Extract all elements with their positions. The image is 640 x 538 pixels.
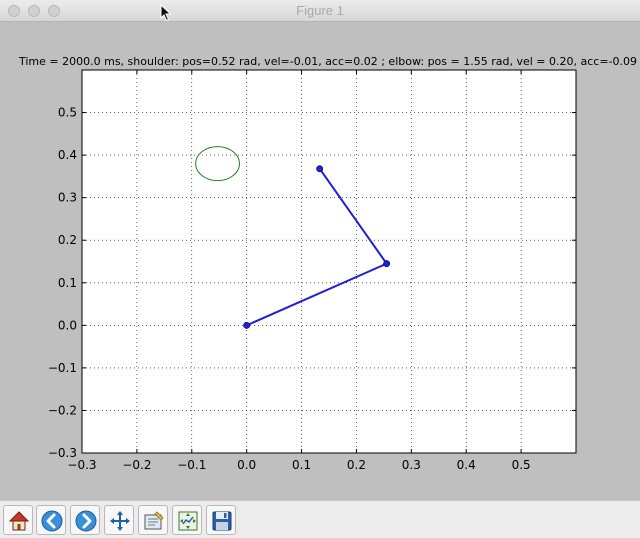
y-tick-label: −0.2	[48, 403, 77, 417]
y-tick-label: 0.0	[58, 318, 77, 332]
y-tick-label: 0.5	[58, 106, 77, 120]
x-tick-label: 0.1	[292, 458, 311, 472]
save-button[interactable]	[206, 505, 236, 535]
y-tick-label: 0.2	[58, 233, 77, 247]
back-arrow-icon	[41, 510, 63, 532]
configure-subplots-icon	[178, 511, 198, 531]
zoom-button[interactable]	[138, 505, 168, 535]
y-tick-label: −0.3	[48, 446, 77, 460]
y-tick-label: 0.1	[58, 276, 77, 290]
x-tick-label: 0.3	[402, 458, 421, 472]
x-tick-label: −0.3	[67, 458, 96, 472]
hand-joint-marker	[316, 165, 324, 173]
zoom-rect-icon	[144, 511, 164, 530]
x-tick-label: −0.2	[122, 458, 151, 472]
x-tick-label: −0.1	[177, 458, 206, 472]
navigation-toolbar	[0, 500, 640, 538]
pan-button[interactable]	[104, 505, 134, 535]
window-title: Figure 1	[296, 3, 344, 18]
x-tick-label: 0.5	[512, 458, 531, 472]
back-button[interactable]	[36, 505, 66, 535]
subplots-button[interactable]	[172, 505, 202, 535]
home-icon	[8, 511, 30, 531]
x-tick-label: 0.4	[457, 458, 476, 472]
forward-arrow-icon	[75, 510, 97, 532]
axes-background	[82, 70, 576, 453]
mouse-cursor-icon	[160, 4, 172, 22]
y-tick-label: 0.3	[58, 191, 77, 205]
x-tick-label: 0.2	[347, 458, 366, 472]
x-tick-label: 0.0	[237, 458, 256, 472]
plot-area[interactable]: Time = 2000.0 ms, shoulder: pos=0.52 rad…	[0, 22, 640, 500]
y-tick-label: −0.1	[48, 361, 77, 375]
forward-button[interactable]	[70, 505, 100, 535]
save-disk-icon	[212, 511, 232, 531]
figure-canvas[interactable]: Time = 2000.0 ms, shoulder: pos=0.52 rad…	[0, 22, 640, 500]
home-button[interactable]	[3, 505, 33, 535]
move-arrows-icon	[110, 511, 130, 531]
y-tick-label: 0.4	[58, 148, 77, 162]
elbow-joint-marker	[383, 260, 391, 268]
chart-title: Time = 2000.0 ms, shoulder: pos=0.52 rad…	[18, 55, 637, 68]
title-bar: Figure 1	[0, 0, 640, 22]
shoulder-joint-marker	[243, 321, 251, 329]
